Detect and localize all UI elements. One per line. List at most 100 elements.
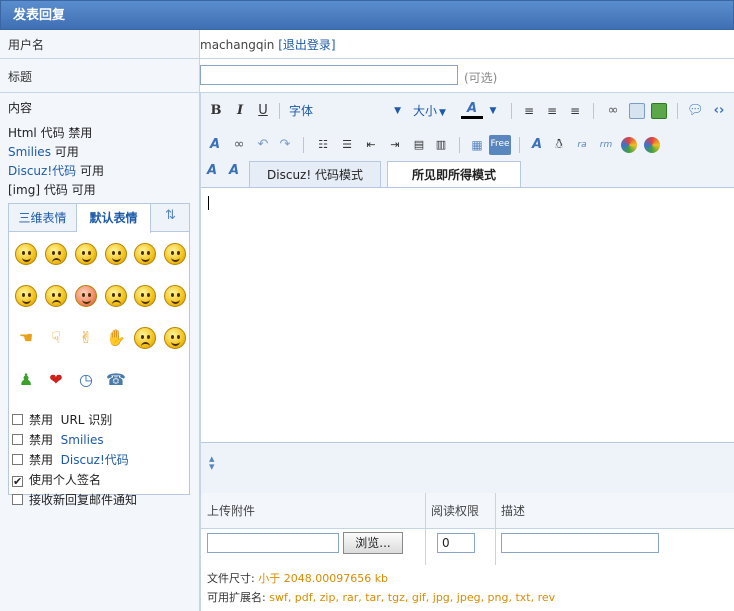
- shy-icon[interactable]: [45, 285, 67, 307]
- option-disable-url[interactable]: 禁用 URL 识别: [12, 411, 112, 428]
- rm-media-icon[interactable]: rm: [597, 135, 615, 155]
- hand-left-icon[interactable]: ☚: [15, 327, 37, 349]
- checkbox-disable-discuz[interactable]: [12, 454, 23, 465]
- unordered-list-icon[interactable]: ☰: [339, 135, 355, 155]
- checkbox-disable-smilies[interactable]: [12, 434, 23, 445]
- option-disable-discuz-link[interactable]: Discuz!代码: [61, 453, 129, 467]
- indent-icon[interactable]: ⇥: [387, 135, 403, 155]
- toolbar-separator: [677, 103, 678, 119]
- table-icon[interactable]: ▦: [469, 135, 485, 155]
- col-upload-attachment: 上传附件: [207, 504, 256, 518]
- person-icon[interactable]: ♟: [15, 369, 37, 391]
- lips-icon[interactable]: ❤: [45, 369, 67, 391]
- tab-wysiwyg-mode[interactable]: 所见即所得模式: [387, 161, 521, 188]
- underline-button[interactable]: U: [256, 101, 270, 121]
- phone-icon[interactable]: ☎: [105, 369, 127, 391]
- font-color-button[interactable]: A: [461, 99, 483, 119]
- subject-input[interactable]: [200, 65, 458, 85]
- read-permission-input[interactable]: 0: [437, 533, 475, 553]
- option-email-notify[interactable]: 接收新回复邮件通知: [12, 491, 137, 508]
- toolbar-separator: [593, 103, 594, 119]
- yawn-icon[interactable]: [15, 285, 37, 307]
- checkbox-email-notify[interactable]: [12, 494, 23, 505]
- font-color-dropdown-icon[interactable]: ▼: [487, 101, 499, 121]
- victory-icon[interactable]: ✌: [75, 327, 97, 349]
- panel-title: 发表回复: [0, 0, 734, 30]
- username-text: machangqin: [200, 38, 275, 52]
- clock-icon[interactable]: ◷: [75, 369, 97, 391]
- subject-label: 标题: [0, 59, 200, 92]
- column-divider: [495, 493, 496, 565]
- tab-default-smilies[interactable]: 默认表情: [77, 204, 151, 233]
- bold-button[interactable]: B: [209, 101, 223, 121]
- discuz-code-help-link[interactable]: Discuz!代码: [8, 164, 76, 178]
- option-disable-smilies-link[interactable]: Smilies: [61, 433, 104, 447]
- float-left-icon[interactable]: ▤: [411, 135, 427, 155]
- text-style-a-icon[interactable]: A: [205, 161, 219, 181]
- angry-icon[interactable]: [134, 327, 156, 349]
- tongue-icon[interactable]: [75, 243, 97, 265]
- smilies-help-link[interactable]: Smilies: [8, 145, 51, 159]
- code-icon[interactable]: ‹›: [711, 101, 727, 121]
- toolbar-separator: [459, 137, 460, 153]
- handshake-icon[interactable]: ✋: [105, 327, 127, 349]
- editor-resize-icon[interactable]: ▴ ▾: [209, 453, 215, 472]
- tab-discuz-code-mode[interactable]: Discuz! 代码模式: [249, 161, 381, 187]
- smile-icon[interactable]: [15, 243, 37, 265]
- checkbox-disable-url[interactable]: [12, 414, 23, 425]
- wink-icon[interactable]: [105, 243, 127, 265]
- attachment-description-input[interactable]: [501, 533, 659, 553]
- scream-icon[interactable]: [75, 285, 97, 307]
- email-icon[interactable]: [629, 103, 645, 119]
- qq-icon[interactable]: 🐧︎: [551, 135, 567, 155]
- confused-icon[interactable]: [134, 285, 156, 307]
- align-left-icon[interactable]: ≡: [521, 101, 537, 121]
- option-use-signature[interactable]: ✔ 使用个人签名: [12, 471, 101, 488]
- option-disable-smilies[interactable]: 禁用 Smilies: [12, 431, 104, 448]
- blink-icon[interactable]: [164, 243, 186, 265]
- ordered-list-icon[interactable]: ☷: [315, 135, 331, 155]
- quote-icon[interactable]: 💬︎: [687, 101, 704, 121]
- browse-button[interactable]: 浏览...: [343, 532, 403, 554]
- align-center-icon[interactable]: ≡: [544, 101, 560, 121]
- chevron-down-icon: ▼: [394, 106, 401, 116]
- text-style-a2-icon[interactable]: A: [227, 161, 241, 181]
- col-description: 描述: [501, 504, 526, 518]
- cry-icon[interactable]: [105, 285, 127, 307]
- unlink-icon[interactable]: ∞: [231, 135, 247, 155]
- expand-arrows-icon[interactable]: ⇅: [165, 208, 185, 228]
- checkbox-use-signature[interactable]: ✔: [12, 476, 23, 487]
- grin-icon[interactable]: [164, 327, 186, 349]
- editor-textarea[interactable]: [201, 187, 734, 443]
- free-button[interactable]: Free: [489, 135, 511, 155]
- img-code-status: [img] 代码 可用: [8, 181, 96, 198]
- real-media-icon[interactable]: ra: [573, 135, 591, 155]
- font-family-select[interactable]: 字体 ▼: [289, 101, 401, 121]
- attachment-file-input[interactable]: [207, 533, 339, 553]
- tab-3d-smilies[interactable]: 三维表情: [9, 204, 77, 232]
- outdent-icon[interactable]: ⇤: [363, 135, 379, 155]
- option-disable-discuz[interactable]: 禁用 Discuz!代码: [12, 451, 129, 468]
- font-family-label: 字体: [289, 104, 314, 118]
- logout-link[interactable]: [退出登录]: [278, 38, 335, 52]
- align-right-icon[interactable]: ≡: [567, 101, 583, 121]
- html-code-label: Html 代码: [8, 126, 65, 140]
- image-icon[interactable]: [651, 103, 667, 119]
- italic-button[interactable]: I: [233, 101, 247, 121]
- chevron-down-icon: ▼: [439, 108, 446, 118]
- float-right-icon[interactable]: ▥: [433, 135, 449, 155]
- img-code-state: 可用: [71, 183, 96, 197]
- remove-format-icon[interactable]: A: [207, 135, 223, 155]
- redo-icon[interactable]: ↷: [277, 135, 293, 155]
- wmv-media-icon[interactable]: [621, 137, 637, 153]
- font-size-select[interactable]: 大小 ▼: [413, 101, 453, 121]
- hand-down-icon[interactable]: ☟: [45, 327, 67, 349]
- laugh-icon[interactable]: [134, 243, 156, 265]
- font-style-icon[interactable]: A: [529, 135, 545, 155]
- subject-row: 标题 (可选): [0, 59, 734, 93]
- flash-media-icon[interactable]: [644, 137, 660, 153]
- link-icon[interactable]: ∞: [605, 101, 621, 121]
- whistle-icon[interactable]: [164, 285, 186, 307]
- sad-icon[interactable]: [45, 243, 67, 265]
- undo-icon[interactable]: ↶: [255, 135, 271, 155]
